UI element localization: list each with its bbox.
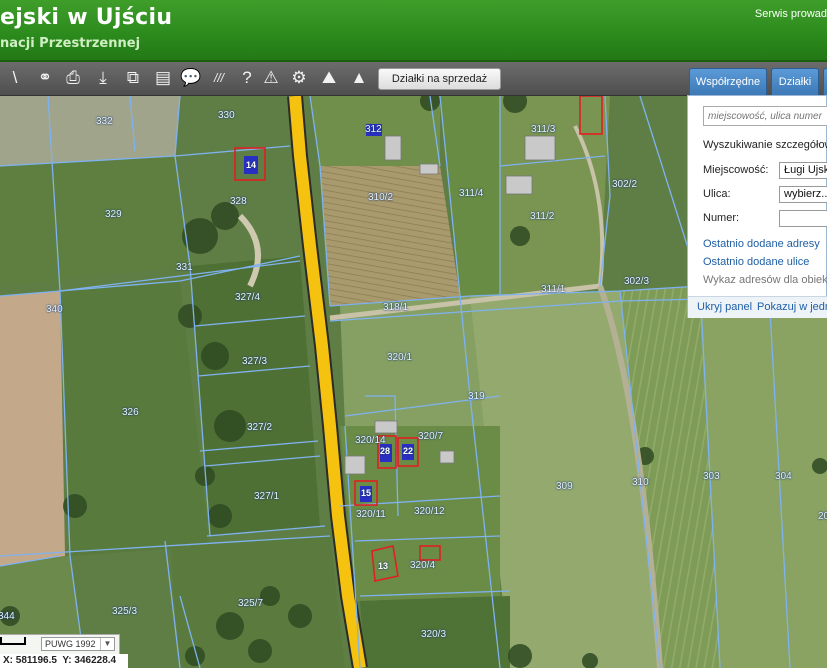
parcel-number-label: 325/7: [238, 598, 264, 609]
chevron-down-icon: ▼: [100, 638, 114, 650]
parcel-number-label: 320/7: [418, 431, 444, 442]
building-number-label: 15: [361, 488, 372, 498]
search-panel: Współrzędne Działki Wyszukiwanie szczegó…: [687, 68, 827, 318]
parcel-number-label: 318/1: [383, 302, 409, 313]
parcel-number-label: 327/4: [235, 292, 261, 303]
x-value: 581196.5: [15, 655, 57, 666]
coordinates-readout: X: 581196.5 Y: 346228.4: [0, 654, 128, 668]
scale-control: PUWG 1992 ▼: [0, 634, 120, 654]
street-label: Ulica:: [703, 188, 731, 200]
field-area: [0, 96, 180, 166]
parcel-number-label: 330: [218, 110, 235, 121]
print-icon[interactable]: ⎙: [62, 67, 84, 89]
y-label: Y:: [62, 655, 72, 666]
parcel-number-label: 325/3: [112, 606, 138, 617]
parcel-number-label: 327/1: [254, 491, 280, 502]
parcel-number-label: 311/3: [531, 124, 556, 135]
search-tab-body: Wyszukiwanie szczegółowe Miejscowość: Łu…: [687, 95, 827, 318]
layout-icon[interactable]: ▤: [152, 67, 174, 89]
building-number-label: 22: [403, 446, 414, 456]
parcel-number-label: 207: [818, 511, 827, 522]
parcel-number-label: 329: [105, 209, 122, 220]
locality-select[interactable]: Ługi Ujskie: [779, 162, 827, 179]
tab-coordinates[interactable]: Współrzędne: [689, 68, 767, 95]
recent-addresses-link[interactable]: Ostatnio dodane adresy: [703, 238, 820, 250]
terrain-icon[interactable]: ▲: [348, 67, 370, 89]
download-icon[interactable]: ⤓: [92, 67, 114, 89]
location-icon[interactable]: ⛰: [318, 67, 340, 89]
address-search-input[interactable]: [703, 106, 827, 126]
parcel-number-label: 344: [0, 611, 15, 622]
x-label: X:: [3, 655, 13, 666]
parcel-number-label: 310/2: [368, 192, 394, 203]
y-value: 346228.4: [74, 655, 117, 666]
parcel-number-label: 312: [365, 124, 382, 135]
scale-bar: [0, 637, 26, 645]
app-subtitle: nacji Przestrzennej: [0, 36, 141, 51]
field-area: [700, 311, 827, 668]
app-header: ejski w Ujściu nacji Przestrzennej Serwi…: [0, 0, 827, 62]
parcel-number-label: 310: [632, 477, 649, 488]
link-icon[interactable]: ⚭: [34, 67, 56, 89]
warning-icon[interactable]: ⚠: [260, 67, 282, 89]
parcel-number-label: 303: [703, 471, 720, 482]
parcel-number-label: 302/3: [624, 276, 650, 287]
tab-more[interactable]: [823, 68, 827, 95]
measure-line-icon[interactable]: \: [4, 67, 26, 89]
building-number-label: 28: [380, 446, 391, 456]
address-list-link[interactable]: Wykaz adresów dla obiektu: [703, 274, 827, 286]
parcel-number-label: 304: [775, 471, 792, 482]
parcel-number-label: 332: [96, 116, 113, 127]
tab-plots[interactable]: Działki: [771, 68, 819, 95]
service-info: Serwis prowad: [754, 8, 827, 20]
parcel-number-label: 311/4: [459, 188, 484, 199]
recent-streets-link[interactable]: Ostatnio dodane ulice: [703, 256, 809, 268]
locality-label: Miejscowość:: [703, 164, 769, 176]
parcel-number-label: 319: [468, 391, 485, 402]
panel-footer: Ukryj panel Pokazuj w jednym: [688, 296, 827, 318]
show-one-link[interactable]: Pokazuj w jednym: [757, 301, 827, 313]
settings-icon[interactable]: ⚙: [288, 67, 310, 89]
parcel-number-label: 328: [230, 196, 247, 207]
parcel-number-label: 340: [46, 304, 63, 315]
parcel-number-label: 320/4: [410, 560, 436, 571]
app-title: ejski w Ujściu: [0, 5, 173, 30]
crs-value: PUWG 1992: [45, 639, 96, 649]
parcel-number-label: 331: [176, 262, 193, 273]
number-input[interactable]: [779, 210, 827, 227]
street-select[interactable]: wybierz...: [779, 186, 827, 203]
parcel-number-label: 311/1: [541, 284, 566, 295]
copy-icon[interactable]: ⧉: [122, 67, 144, 89]
parcel-number-label: 320/14: [355, 435, 386, 446]
parcel-number-label: 302/2: [612, 179, 638, 190]
plots-for-sale-button[interactable]: Działki na sprzedaż: [378, 68, 501, 90]
field-area: [0, 156, 190, 286]
parcel-number-label: 326: [122, 407, 139, 418]
parcel-number-label: 320/11: [356, 509, 386, 520]
parcel-number-label: 320/1: [387, 352, 413, 363]
hide-panel-link[interactable]: Ukryj panel: [697, 301, 752, 313]
advanced-search-title: Wyszukiwanie szczegółowe: [703, 139, 827, 151]
help-icon[interactable]: ?: [236, 67, 258, 89]
number-label: Numer:: [703, 212, 740, 224]
building-number-label: 13: [378, 561, 389, 571]
parcel-number-label: 309: [556, 481, 573, 492]
parcel-number-label: 320/3: [421, 629, 447, 640]
parcel-number-label: 320/12: [414, 506, 445, 517]
field-area: [0, 291, 65, 566]
field-area: [320, 166, 460, 306]
hatch-icon[interactable]: ///: [208, 67, 230, 89]
parcel-number-label: 327/3: [242, 356, 268, 367]
building-number-label: 14: [246, 160, 257, 170]
comment-icon[interactable]: 💬: [180, 67, 202, 89]
crs-select[interactable]: PUWG 1992 ▼: [41, 637, 115, 651]
parcel-number-label: 311/2: [530, 211, 555, 222]
parcel-number-label: 327/2: [247, 422, 273, 433]
